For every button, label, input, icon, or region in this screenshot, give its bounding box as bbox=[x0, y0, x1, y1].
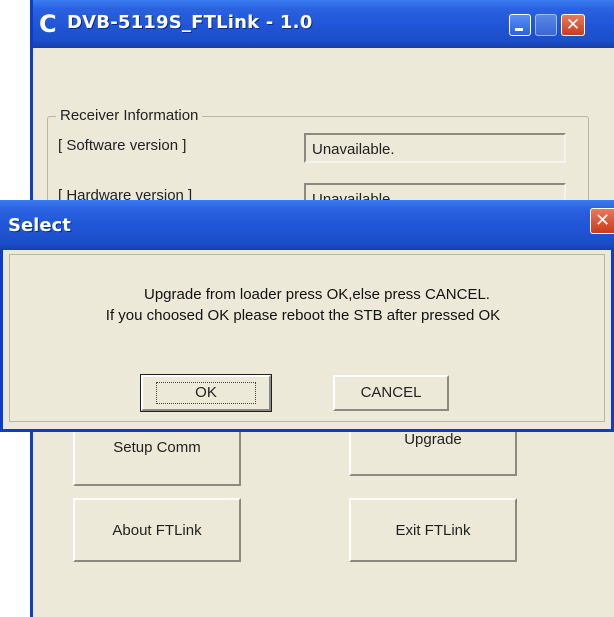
ok-button[interactable]: OK bbox=[140, 374, 272, 412]
ok-button-label: OK bbox=[156, 382, 256, 404]
minimize-button[interactable] bbox=[509, 14, 531, 36]
dialog-title: Select bbox=[8, 215, 71, 236]
select-dialog: Select ✕ Upgrade from loader press OK,el… bbox=[0, 200, 614, 432]
dialog-frame bbox=[9, 254, 605, 422]
app-logo-icon: C bbox=[39, 10, 57, 38]
software-version-label: [ Software version ] bbox=[58, 137, 187, 154]
dialog-titlebar[interactable]: Select ✕ bbox=[0, 200, 614, 250]
dialog-close-button[interactable]: ✕ bbox=[590, 208, 614, 234]
upgrade-button[interactable]: Upgrade bbox=[349, 430, 517, 476]
dialog-message-line-2: If you choosed OK please reboot the STB … bbox=[105, 307, 501, 324]
exit-ftlink-button[interactable]: Exit FTLink bbox=[349, 498, 517, 562]
group-legend: Receiver Information bbox=[56, 107, 203, 124]
dialog-message-line-1: Upgrade from loader press OK,else press … bbox=[144, 286, 490, 303]
maximize-button bbox=[535, 14, 557, 36]
software-version-value: Unavailable. bbox=[304, 133, 566, 163]
window-title: DVB-5119S_FTLink - 1.0 bbox=[67, 12, 313, 33]
main-titlebar[interactable]: C DVB-5119S_FTLink - 1.0 ✕ bbox=[33, 0, 614, 48]
cancel-button[interactable]: CANCEL bbox=[333, 375, 449, 411]
close-button[interactable]: ✕ bbox=[561, 14, 585, 36]
setup-comm-button[interactable]: Setup Comm bbox=[73, 430, 241, 486]
about-ftlink-button[interactable]: About FTLink bbox=[73, 498, 241, 562]
